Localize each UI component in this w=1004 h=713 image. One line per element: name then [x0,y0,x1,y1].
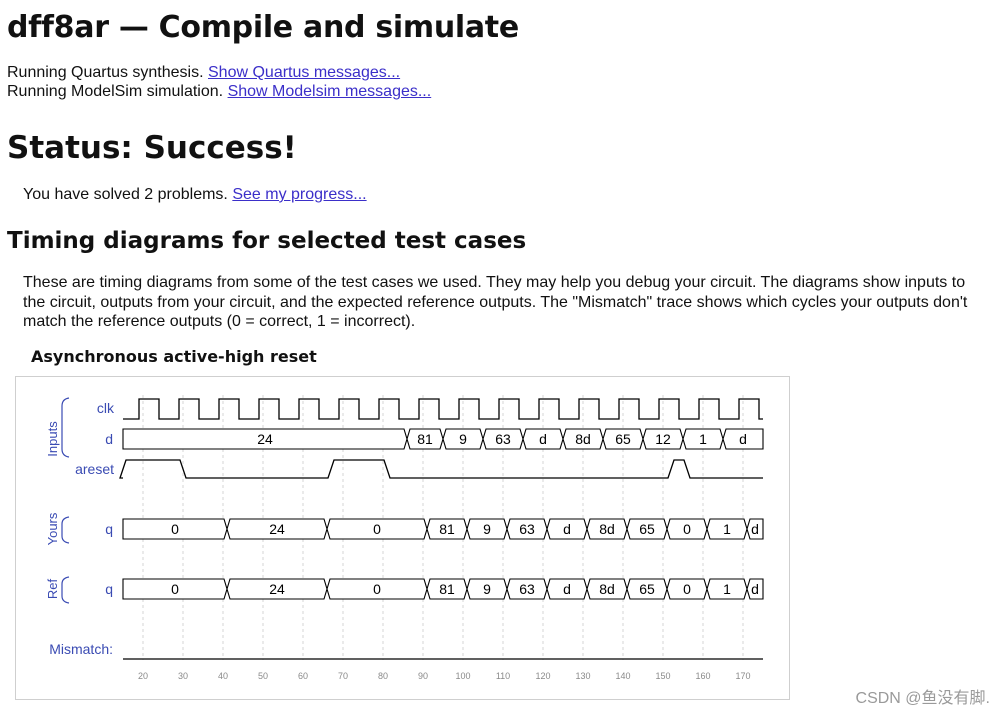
d-value-label: 1 [699,431,707,447]
q-ref-value-label: 81 [439,581,455,597]
d-value-label: 81 [417,431,433,447]
q-yours-value-label: 8d [599,521,615,537]
time-tick-label: 110 [496,671,510,681]
group-bracket-ref [61,576,70,604]
d-value-label: 24 [257,431,273,447]
group-bracket-inputs [61,397,70,458]
page-title: dff8ar — Compile and simulate [7,10,519,45]
d-value-label: 12 [655,431,671,447]
time-tick-label: 150 [655,671,670,681]
q-ref-value-label: d [751,581,759,597]
solved-line: You have solved 2 problems. See my progr… [23,186,367,204]
d-value-label: d [539,431,547,447]
areset-waveform [119,459,763,479]
q-yours-value-label: 0 [683,521,691,537]
time-tick-label: 100 [455,671,470,681]
time-axis-ticks: 20 30 40 50 60 70 80 90 100 110 120 130 140 150 160 170 [138,671,751,681]
watermark: CSDN @鱼没有脚. [855,690,990,707]
signal-label-d: d [105,431,113,447]
show-modelsim-messages-link[interactable]: Show Modelsim messages... [228,83,432,100]
quartus-status-line: Running Quartus synthesis. Show Quartus … [7,63,400,82]
time-tick-label: 160 [695,671,710,681]
group-label-inputs: Inputs [45,421,60,457]
signal-label-areset: areset [75,461,114,477]
modelsim-status-line: Running ModelSim simulation. Show Models… [7,82,431,101]
time-tick-label: 40 [218,671,228,681]
q-ref-value-label: 0 [373,581,381,597]
q-yours-value-label: 9 [483,521,491,537]
group-bracket-yours [61,516,70,544]
signal-label-q-ref: q [105,581,113,597]
q-yours-value-label: 24 [269,521,285,537]
show-quartus-messages-link[interactable]: Show Quartus messages... [208,64,400,81]
timing-description-line: match the reference outputs (0 = correct… [23,313,416,330]
d-value-label: d [739,431,747,447]
time-tick-label: 140 [615,671,630,681]
signal-label-clk: clk [97,400,115,416]
signal-label-q-yours: q [105,521,113,537]
q-ref-value-label: 65 [639,581,655,597]
quartus-status-text: Running Quartus synthesis. [7,64,204,81]
q-yours-value-label: 0 [171,521,179,537]
d-value-label: 8d [575,431,591,447]
q-yours-value-label: d [563,521,571,537]
status-heading: Status: Success! [7,130,297,166]
solved-count-text: You have solved 2 problems. [23,186,228,203]
time-tick-label: 120 [535,671,550,681]
signal-label-mismatch: Mismatch: [49,641,113,657]
q-ref-value-label: 1 [723,581,731,597]
timing-diagrams-heading: Timing diagrams for selected test cases [7,228,527,254]
time-tick-label: 60 [298,671,308,681]
q-yours-value-label: d [751,521,759,537]
q-yours-value-label: 63 [519,521,535,537]
q-ref-value-label: 0 [683,581,691,597]
waveform-traces: 24 81 9 63 d 8d 65 12 1 d 0 24 0 81 9 63 d 8d 65 0 1 d 0 24 0 81 9… [119,398,764,660]
q-yours-value-label: 65 [639,521,655,537]
time-tick-label: 90 [418,671,428,681]
group-label-yours: Yours [45,512,60,545]
d-value-label: 9 [459,431,467,447]
see-progress-link[interactable]: See my progress... [232,186,366,203]
q-yours-value-label: 1 [723,521,731,537]
modelsim-status-text: Running ModelSim simulation. [7,83,224,100]
time-tick-label: 20 [138,671,148,681]
diagram-title: Asynchronous active-high reset [31,347,317,366]
timing-diagram: Inputs Yours Ref clk d areset q q Mismat… [45,395,764,681]
time-tick-label: 70 [338,671,348,681]
q-ref-value-label: 24 [269,581,285,597]
timing-description-line: the circuit, outputs from your circuit, … [23,293,968,311]
timing-description-line: These are timing diagrams from some of t… [23,274,966,291]
clk-waveform [123,398,763,420]
d-value-label: 63 [495,431,511,447]
q-ref-value-label: 0 [171,581,179,597]
q-yours-value-label: 0 [373,521,381,537]
group-label-ref: Ref [45,578,60,599]
q-ref-value-label: 63 [519,581,535,597]
timing-description: These are timing diagrams from some of t… [23,273,1004,332]
time-tick-label: 170 [735,671,750,681]
timing-diagram-panel: Inputs Yours Ref clk d areset q q Mismat… [15,376,790,700]
q-ref-value-label: 8d [599,581,615,597]
q-ref-value-label: d [563,581,571,597]
d-value-label: 65 [615,431,631,447]
time-tick-label: 130 [575,671,590,681]
time-tick-label: 50 [258,671,268,681]
time-tick-label: 30 [178,671,188,681]
time-tick-label: 80 [378,671,388,681]
q-yours-value-label: 81 [439,521,455,537]
q-ref-value-label: 9 [483,581,491,597]
